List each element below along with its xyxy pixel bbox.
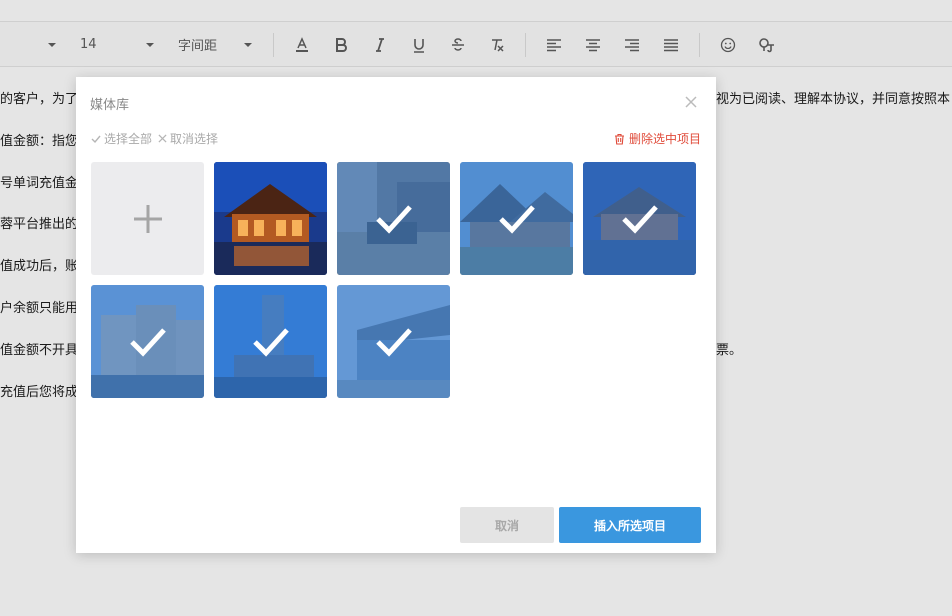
align-justify-button[interactable] <box>659 22 683 67</box>
deselect-link[interactable]: 取消选择 <box>158 130 218 147</box>
plus-icon <box>133 204 162 233</box>
media-tile-tower-hotel[interactable] <box>214 285 327 398</box>
special-char-button[interactable] <box>755 22 779 67</box>
font-size-value: 14 <box>80 37 97 52</box>
font-size-select[interactable]: 14 <box>72 22 162 67</box>
strikethrough-icon <box>452 37 464 51</box>
media-thumbnail <box>214 162 327 275</box>
delete-selected-label: 删除选中项目 <box>628 132 701 146</box>
top-strip <box>0 0 952 22</box>
doc-text-line: 充值后您将成 <box>0 385 76 400</box>
check-icon <box>498 204 535 234</box>
cancel-button[interactable]: 取消 <box>460 507 554 543</box>
doc-text-line: 视为已阅读、理解本协议，并同意按照本 <box>716 92 951 107</box>
media-library-dialog: 媒体库 选择全部 取消选择 删除选中项目 取消 插入所选项目 <box>76 77 716 553</box>
align-center-icon <box>586 38 600 51</box>
chevron-down-icon <box>244 42 252 47</box>
clear-format-button[interactable] <box>485 22 509 67</box>
doc-text-line: 值金额不开具 <box>0 343 76 358</box>
check-icon <box>375 204 412 234</box>
align-justify-icon <box>664 38 678 51</box>
deselect-label: 取消选择 <box>170 132 219 146</box>
chevron-down-icon <box>48 42 56 47</box>
doc-text-line: 的客户，为了 <box>0 92 76 107</box>
insert-selected-button[interactable]: 插入所选项目 <box>559 507 701 543</box>
align-right-icon <box>625 38 639 51</box>
strikethrough-button[interactable] <box>446 22 470 67</box>
editor-toolbar: 14 字间距 <box>0 22 952 67</box>
check-icon <box>129 327 166 357</box>
italic-button[interactable] <box>368 22 392 67</box>
toolbar-divider <box>525 33 526 57</box>
media-tile-resort-pool-night[interactable] <box>583 162 696 275</box>
add-media-button[interactable] <box>91 162 204 275</box>
delete-selected-link[interactable]: 删除选中项目 <box>614 130 701 147</box>
doc-text-line: 值成功后，账 <box>0 259 76 274</box>
align-left-icon <box>547 38 561 51</box>
font-family-dropdown[interactable] <box>45 22 59 67</box>
selection-toolbar: 选择全部 取消选择 <box>91 130 218 147</box>
bold-icon <box>336 37 347 52</box>
align-center-button[interactable] <box>581 22 605 67</box>
check-icon <box>91 135 101 143</box>
doc-text-line: 蓉平台推出的 <box>0 217 76 232</box>
underline-button[interactable] <box>407 22 431 67</box>
check-icon <box>621 204 658 234</box>
media-tile-hotel-lobby[interactable] <box>337 162 450 275</box>
emoji-button[interactable] <box>716 22 740 67</box>
special-char-icon <box>759 37 774 52</box>
underline-icon <box>414 38 424 53</box>
clear-format-icon <box>492 38 504 52</box>
toolbar-divider <box>699 33 700 57</box>
close-icon <box>158 134 167 143</box>
select-all-label: 选择全部 <box>104 132 153 146</box>
toolbar-divider <box>273 33 274 57</box>
chevron-down-icon <box>146 42 154 47</box>
align-left-button[interactable] <box>542 22 566 67</box>
media-tile-hotel-building-dusk[interactable] <box>91 285 204 398</box>
doc-text-line: 户余额只能用 <box>0 301 76 316</box>
media-tile-glass-pavilion[interactable] <box>337 285 450 398</box>
check-icon <box>375 327 412 357</box>
dialog-title: 媒体库 <box>90 98 130 113</box>
media-tile-resort-night-villa[interactable] <box>214 162 327 275</box>
italic-icon <box>376 37 384 52</box>
doc-text-line: 票。 <box>716 343 743 358</box>
select-all-link[interactable]: 选择全部 <box>91 130 152 147</box>
doc-text-line: 号单词充值金 <box>0 176 76 191</box>
bold-button[interactable] <box>329 22 353 67</box>
letter-spacing-select[interactable]: 字间距 <box>172 22 258 67</box>
media-tile-hotel-wooden-roof[interactable] <box>460 162 573 275</box>
letter-spacing-label: 字间距 <box>178 39 218 54</box>
align-right-button[interactable] <box>620 22 644 67</box>
font-color-button[interactable] <box>290 22 314 67</box>
emoji-icon <box>720 37 736 52</box>
close-button[interactable] <box>684 94 698 108</box>
doc-text-line: 值金额：指您 <box>0 134 76 149</box>
check-icon <box>252 327 289 357</box>
close-icon <box>685 96 697 108</box>
font-color-icon <box>296 36 308 52</box>
trash-icon <box>614 133 624 145</box>
